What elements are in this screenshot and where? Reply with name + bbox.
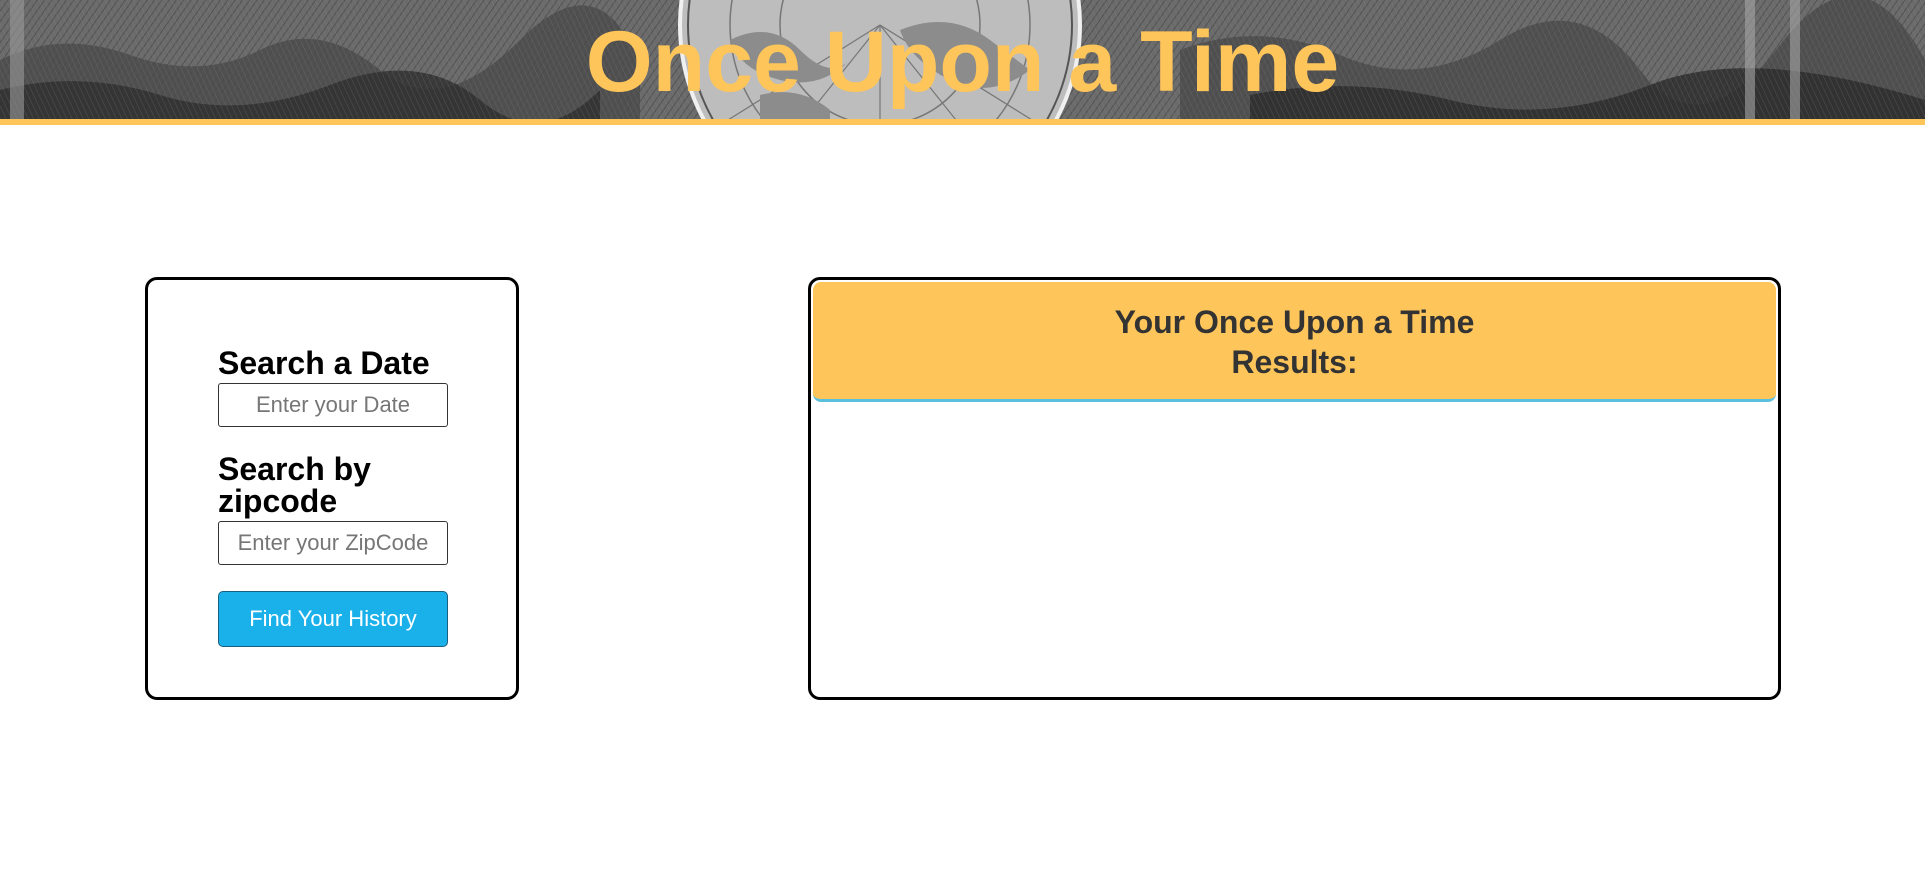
search-form: Search a Date Search by zipcode Find You…	[218, 347, 450, 647]
site-header: Once Upon a Time	[0, 0, 1925, 125]
results-list	[811, 405, 1778, 695]
site-title: Once Upon a Time	[585, 14, 1340, 110]
results-title: Your Once Upon a Time Results:	[813, 302, 1776, 382]
results-title-line-1: Your Once Upon a Time	[1114, 304, 1475, 340]
search-panel: Search a Date Search by zipcode Find You…	[145, 277, 519, 700]
date-input[interactable]	[218, 383, 448, 427]
zipcode-input[interactable]	[218, 521, 448, 565]
date-search-heading: Search a Date	[218, 345, 430, 381]
results-title-line-2: Results:	[1231, 344, 1358, 380]
results-panel: Your Once Upon a Time Results:	[808, 277, 1781, 700]
find-your-history-button[interactable]: Find Your History	[218, 591, 448, 647]
zipcode-search-heading: Search by zipcode	[218, 451, 371, 519]
results-header: Your Once Upon a Time Results:	[813, 282, 1776, 402]
